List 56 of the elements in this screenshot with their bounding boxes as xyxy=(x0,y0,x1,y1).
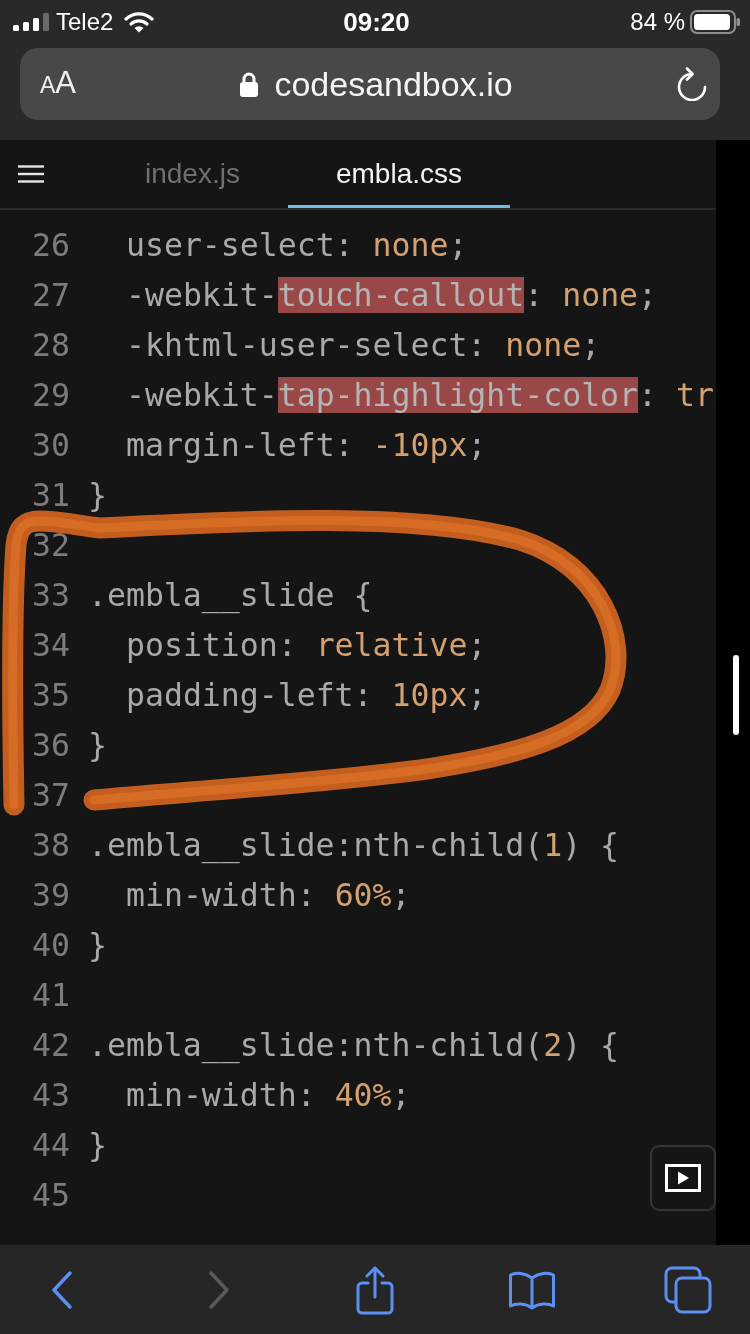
code-line: -khtml-user-select: none; xyxy=(126,326,601,364)
code-line: position: relative; xyxy=(126,626,487,664)
line-number: 37 xyxy=(32,776,70,814)
reload-icon xyxy=(676,67,708,101)
code-line: } xyxy=(88,726,107,764)
code-line: margin-left: -10px; xyxy=(126,426,487,464)
carrier-name: Tele2 xyxy=(56,8,114,36)
line-number: 45 xyxy=(32,1176,70,1214)
line-number: 35 xyxy=(32,676,70,714)
preview-button[interactable] xyxy=(650,1145,716,1211)
line-number: 38 xyxy=(32,826,70,864)
address-bar[interactable]: AA codesandbox.io xyxy=(20,48,720,120)
line-number: 40 xyxy=(32,926,70,964)
signal-icon xyxy=(13,13,51,31)
file-tab[interactable]: embla.css xyxy=(287,140,510,208)
line-number: 27 xyxy=(32,276,70,314)
code-line: padding-left: 10px; xyxy=(126,676,487,714)
menu-icon xyxy=(18,165,44,183)
code-line: .embla__slide { xyxy=(88,576,373,614)
line-number: 33 xyxy=(32,576,70,614)
book-icon xyxy=(507,1269,556,1310)
code-line: -webkit-touch-callout: none; xyxy=(126,276,658,314)
back-icon xyxy=(50,1269,74,1310)
code-line: .embla__slide:nth-child(2) { xyxy=(88,1026,620,1064)
line-number: 34 xyxy=(32,626,70,664)
line-number: 41 xyxy=(32,976,70,1014)
code-line: } xyxy=(88,476,107,514)
play-icon xyxy=(665,1164,701,1192)
line-number: 32 xyxy=(32,526,70,564)
lock-icon xyxy=(239,71,260,97)
line-number: 28 xyxy=(32,326,70,364)
line-number: 39 xyxy=(32,876,70,914)
tabs-icon xyxy=(664,1265,712,1314)
clock-time: 09:20 xyxy=(343,7,410,37)
share-icon xyxy=(355,1264,395,1315)
code-line: } xyxy=(88,926,107,964)
code-line: .embla__slide:nth-child(1) { xyxy=(88,826,620,864)
battery-icon xyxy=(690,10,740,34)
code-line: min-width: 40%; xyxy=(126,1076,411,1114)
line-number: 36 xyxy=(32,726,70,764)
line-number: 43 xyxy=(32,1076,70,1114)
code-line: } xyxy=(88,1126,107,1164)
text-size-button[interactable]: AA xyxy=(40,66,77,102)
line-number: 42 xyxy=(32,1026,70,1064)
line-number: 29 xyxy=(32,376,70,414)
file-tab[interactable]: index.js xyxy=(97,140,288,208)
wifi-icon xyxy=(124,11,155,33)
line-number: 44 xyxy=(32,1126,70,1164)
code-line: user-select: none; xyxy=(126,226,468,264)
url-text: codesandbox.io xyxy=(274,64,513,104)
forward-icon xyxy=(206,1269,231,1310)
line-number: 26 xyxy=(32,226,70,264)
line-number: 30 xyxy=(32,426,70,464)
code-line: min-width: 60%; xyxy=(126,876,411,914)
battery-percentage: 84 % xyxy=(630,8,685,36)
line-number: 31 xyxy=(32,476,70,514)
